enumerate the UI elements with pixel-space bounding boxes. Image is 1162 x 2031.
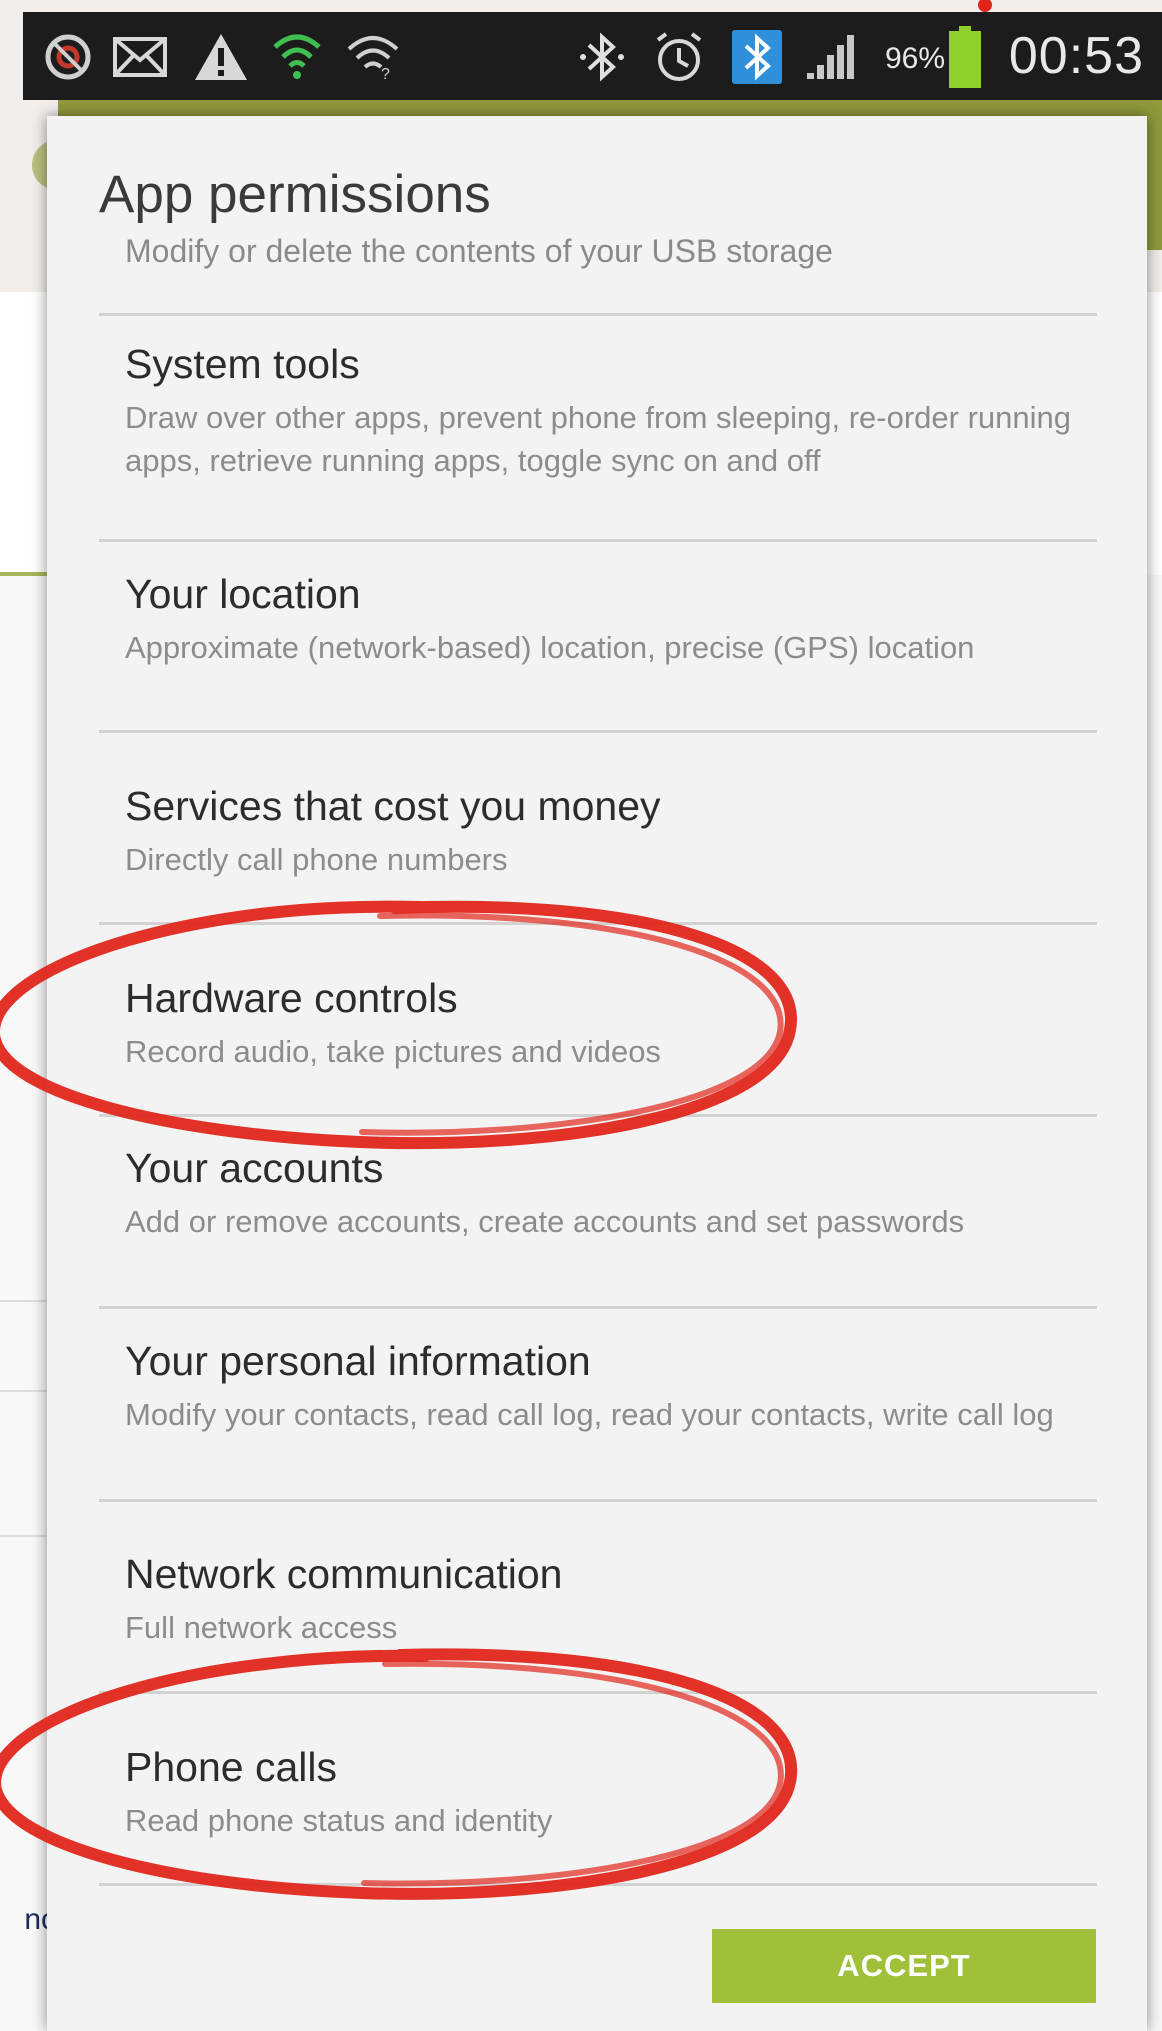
permission-title: Phone calls <box>125 1744 337 1790</box>
permission-description: Add or remove accounts, create accounts … <box>125 1204 965 1239</box>
dialog-title: App permissions <box>99 165 491 224</box>
permission-title: Services that cost you money <box>125 783 661 829</box>
signal-icon <box>803 30 865 84</box>
clock: 00:53 <box>1008 27 1144 85</box>
permission-item-your-accounts[interactable]: Your accounts Add or remove accounts, cr… <box>125 1142 1085 1243</box>
permission-item-hardware-controls[interactable]: Hardware controls Record audio, take pic… <box>125 972 1085 1073</box>
battery-percent: 96% <box>885 42 946 75</box>
permission-description: Modify your contacts, read call log, rea… <box>125 1397 1054 1432</box>
status-bar: ? 96% 00:53 <box>23 12 1162 100</box>
bluetooth-active-icon <box>731 30 783 84</box>
permissions-dialog: App permissions Modify or delete the con… <box>47 116 1147 2031</box>
permission-description: Full network access <box>125 1610 398 1645</box>
permission-item-your-location[interactable]: Your location Approximate (network-based… <box>125 568 1085 669</box>
divider <box>99 730 1097 733</box>
divider <box>99 313 1097 316</box>
permission-description: Directly call phone numbers <box>125 842 508 877</box>
divider <box>99 1499 1097 1502</box>
divider <box>99 539 1097 542</box>
permission-description: Approximate (network-based) location, pr… <box>125 630 975 665</box>
permission-item-system-tools[interactable]: System tools Draw over other apps, preve… <box>125 338 1085 482</box>
wifi-hotspot-icon: ? <box>345 30 401 84</box>
divider <box>99 1883 1097 1886</box>
divider <box>99 1691 1097 1694</box>
app-notification-icon <box>41 30 95 84</box>
mail-icon <box>111 30 169 84</box>
permission-title: Your location <box>125 571 361 617</box>
permission-title: Your accounts <box>125 1145 384 1191</box>
permission-item-phone-calls[interactable]: Phone calls Read phone status and identi… <box>125 1741 1085 1842</box>
permission-description: Record audio, take pictures and videos <box>125 1034 661 1069</box>
permission-title: Hardware controls <box>125 975 458 1021</box>
bluetooth-icon <box>578 30 626 84</box>
permission-title: Your personal information <box>125 1338 591 1384</box>
permission-title: Network communication <box>125 1551 563 1597</box>
battery-icon <box>948 26 982 88</box>
permission-title: System tools <box>125 341 360 387</box>
divider <box>99 1306 1097 1309</box>
divider <box>99 922 1097 925</box>
accept-button[interactable]: ACCEPT <box>712 1929 1096 2003</box>
dialog-subtitle: Modify or delete the contents of your US… <box>125 233 833 269</box>
divider <box>99 1114 1097 1117</box>
alarm-icon <box>651 30 707 84</box>
wifi-icon <box>271 30 323 84</box>
permission-item-services-that-cost-money[interactable]: Services that cost you money Directly ca… <box>125 780 1085 881</box>
permission-item-network-communication[interactable]: Network communication Full network acces… <box>125 1548 1085 1649</box>
permission-description: Draw over other apps, prevent phone from… <box>125 400 1072 478</box>
permission-description: Read phone status and identity <box>125 1803 553 1838</box>
warning-icon <box>193 30 249 84</box>
permission-item-personal-information[interactable]: Your personal information Modify your co… <box>125 1335 1085 1436</box>
svg-text:?: ? <box>381 66 390 81</box>
